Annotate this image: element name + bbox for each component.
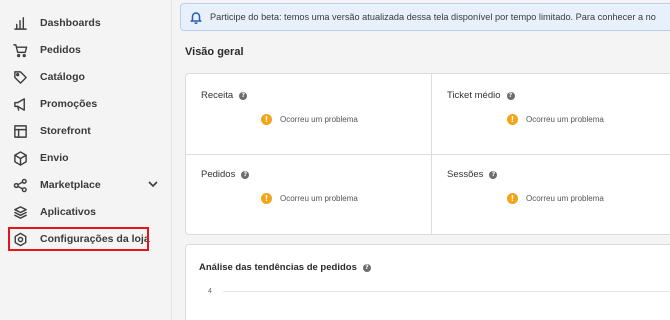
- warning-icon: !: [507, 193, 518, 204]
- warning-icon: !: [261, 114, 272, 125]
- y-axis-tick: 4: [208, 288, 212, 295]
- metric-label: Ticket médio: [447, 90, 501, 101]
- highlight-box: [8, 227, 149, 251]
- divider: [186, 154, 670, 155]
- trends-title-text: Análise das tendências de pedidos: [199, 262, 357, 273]
- sidebar-item-label: Pedidos: [40, 44, 81, 56]
- metric-sessoes: Sessões ?: [447, 169, 498, 180]
- metric-error: ! Ocorreu um problema: [261, 193, 358, 204]
- sidebar-item-label: Storefront: [40, 125, 91, 137]
- sidebar-item-label: Catálogo: [40, 71, 85, 83]
- sidebar-item-label: Promoções: [40, 98, 98, 110]
- metric-ticket-medio: Ticket médio ?: [447, 90, 515, 101]
- trends-title: Análise das tendências de pedidos ?: [199, 262, 371, 273]
- chevron-down-icon[interactable]: [146, 177, 160, 191]
- order-trends-card: Análise das tendências de pedidos ? 4: [185, 244, 670, 320]
- sidebar-item-label: Dashboards: [40, 17, 101, 29]
- beta-banner[interactable]: Participe do beta: temos uma versão atua…: [180, 3, 670, 31]
- help-icon[interactable]: ?: [489, 170, 498, 179]
- sidebar-item-storefront[interactable]: Storefront: [12, 120, 162, 142]
- help-icon[interactable]: ?: [362, 263, 371, 272]
- metric-pedidos: Pedidos ?: [201, 169, 250, 180]
- sidebar: Dashboards Pedidos Catálogo Promoções St…: [0, 0, 172, 320]
- metric-label: Sessões: [447, 169, 484, 180]
- sidebar-item-label: Envio: [40, 152, 69, 164]
- sidebar-item-marketplace[interactable]: Marketplace: [12, 174, 162, 196]
- share-icon: [12, 177, 28, 193]
- tag-icon: [12, 69, 28, 85]
- main-content: Participe do beta: temos uma versão atua…: [172, 0, 670, 320]
- sidebar-item-envio[interactable]: Envio: [12, 147, 162, 169]
- banner-text: Participe do beta: temos uma versão atua…: [210, 12, 656, 22]
- sidebar-item-label: Aplicativos: [40, 206, 97, 218]
- sidebar-item-promocoes[interactable]: Promoções: [12, 93, 162, 115]
- metric-error: ! Ocorreu um problema: [507, 114, 604, 125]
- sidebar-item-label: Marketplace: [40, 179, 101, 191]
- megaphone-icon: [12, 96, 28, 112]
- sidebar-item-dashboards[interactable]: Dashboards: [12, 12, 162, 34]
- box-icon: [12, 150, 28, 166]
- error-message: Ocorreu um problema: [526, 115, 604, 124]
- overview-card: Receita ? ! Ocorreu um problema Ticket m…: [185, 73, 670, 235]
- help-icon[interactable]: ?: [241, 170, 250, 179]
- gridline: [223, 291, 670, 292]
- metric-label: Receita: [201, 90, 234, 101]
- error-message: Ocorreu um problema: [280, 115, 358, 124]
- error-message: Ocorreu um problema: [280, 194, 358, 203]
- sidebar-item-aplicativos[interactable]: Aplicativos: [12, 201, 162, 223]
- metric-error: ! Ocorreu um problema: [261, 114, 358, 125]
- cart-icon: [12, 42, 28, 58]
- sidebar-item-pedidos[interactable]: Pedidos: [12, 39, 162, 61]
- bar-chart-icon: [12, 15, 28, 31]
- warning-icon: !: [261, 193, 272, 204]
- help-icon[interactable]: ?: [506, 91, 515, 100]
- sidebar-item-catalogo[interactable]: Catálogo: [12, 66, 162, 88]
- help-icon[interactable]: ?: [239, 91, 248, 100]
- warning-icon: !: [507, 114, 518, 125]
- layers-icon: [12, 204, 28, 220]
- metric-label: Pedidos: [201, 169, 236, 180]
- metric-receita: Receita ?: [201, 90, 248, 101]
- error-message: Ocorreu um problema: [526, 194, 604, 203]
- layout-icon: [12, 123, 28, 139]
- bell-icon: [189, 10, 203, 25]
- page-title: Visão geral: [185, 46, 244, 58]
- metric-error: ! Ocorreu um problema: [507, 193, 604, 204]
